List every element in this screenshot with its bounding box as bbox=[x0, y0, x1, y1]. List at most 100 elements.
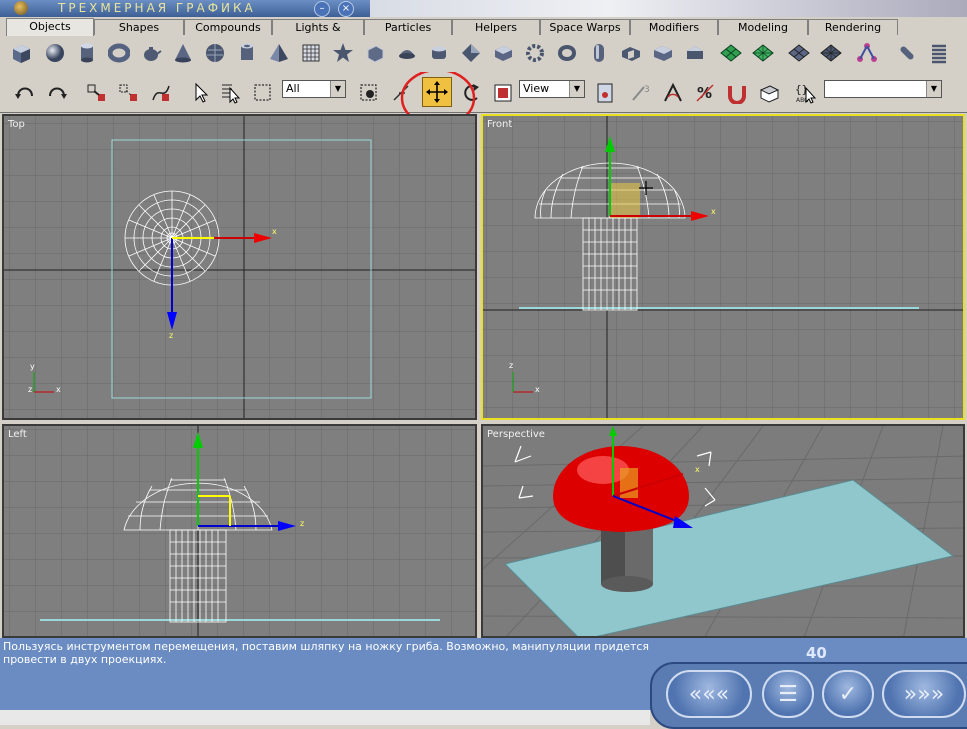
reference-coord-dropdown[interactable]: View ▼ bbox=[519, 80, 585, 98]
tab-lights-cameras[interactable]: Lights & Cameras bbox=[272, 19, 364, 50]
teapot-icon[interactable] bbox=[138, 40, 164, 66]
oil-tank-icon[interactable] bbox=[586, 40, 612, 66]
chevron-down-icon: ▼ bbox=[926, 81, 941, 97]
redo-icon[interactable] bbox=[44, 80, 70, 106]
l-ext-icon[interactable] bbox=[490, 40, 516, 66]
torus-knot-icon[interactable] bbox=[554, 40, 580, 66]
create-toolbar bbox=[0, 36, 967, 73]
viewport-perspective[interactable]: x Perspective bbox=[481, 424, 965, 638]
z-axis-label: z bbox=[169, 331, 173, 340]
close-button[interactable]: × bbox=[338, 1, 354, 17]
c-ext-icon[interactable] bbox=[650, 40, 676, 66]
title-bar: ТРЕХМЕРНАЯ ГРАФИКА – × bbox=[0, 0, 967, 17]
octahedron-icon[interactable] bbox=[458, 40, 484, 66]
tab-modeling[interactable]: Modeling bbox=[718, 19, 808, 35]
svg-text:3: 3 bbox=[644, 85, 650, 95]
edit-named-selection-icon[interactable] bbox=[756, 80, 782, 106]
capsule-icon[interactable] bbox=[426, 40, 452, 66]
gizmo-z-label: z bbox=[509, 361, 513, 370]
gizmo-z-label: z bbox=[28, 385, 32, 394]
tab-rendering[interactable]: Rendering bbox=[808, 19, 898, 35]
viewport-front[interactable]: x x z Front bbox=[481, 114, 965, 420]
select-by-name-icon[interactable] bbox=[218, 80, 244, 106]
tab-shapes[interactable]: Shapes bbox=[94, 19, 184, 35]
cone-icon[interactable] bbox=[170, 40, 196, 66]
spinner-snap-icon[interactable] bbox=[724, 80, 750, 106]
gizmo-y-label: y bbox=[30, 362, 35, 371]
select-and-link-icon[interactable] bbox=[84, 80, 110, 106]
instruction-text: Пользуясь инструментом перемещения, пост… bbox=[3, 640, 650, 666]
left-view-canvas: z bbox=[4, 426, 475, 636]
plane-icon[interactable] bbox=[298, 40, 324, 66]
undo-icon[interactable] bbox=[12, 80, 38, 106]
select-and-scale-icon[interactable] bbox=[490, 80, 516, 106]
torus-icon[interactable] bbox=[106, 40, 132, 66]
spring-icon[interactable] bbox=[926, 40, 952, 66]
window-title: ТРЕХМЕРНАЯ ГРАФИКА bbox=[58, 1, 256, 15]
x-axis-label: x bbox=[272, 227, 277, 236]
tab-helpers[interactable]: Helpers bbox=[452, 19, 540, 35]
tab-bar: Objects Shapes Compounds Lights & Camera… bbox=[0, 17, 967, 50]
top-view-canvas: x z z x y bbox=[4, 116, 475, 418]
spindle-icon[interactable] bbox=[618, 40, 644, 66]
hose-icon[interactable] bbox=[894, 40, 920, 66]
gizmo-x-label: x bbox=[535, 385, 540, 394]
title-decoration bbox=[370, 0, 967, 17]
cv-surface-icon[interactable] bbox=[818, 40, 844, 66]
tab-space-warps[interactable]: Space Warps bbox=[540, 19, 630, 35]
geosphere-icon[interactable] bbox=[202, 40, 228, 66]
window-crossing-icon[interactable] bbox=[356, 80, 382, 106]
gear-icon[interactable] bbox=[522, 40, 548, 66]
snaps-toggle-icon[interactable]: 3 bbox=[628, 80, 654, 106]
star-icon[interactable] bbox=[330, 40, 356, 66]
tube-icon[interactable] bbox=[234, 40, 260, 66]
percent-snap-icon[interactable]: % bbox=[692, 80, 718, 106]
minimize-button[interactable]: – bbox=[314, 1, 330, 17]
z-axis-label: z bbox=[300, 519, 304, 528]
angle-snap-icon[interactable] bbox=[660, 80, 686, 106]
unlink-selection-icon[interactable] bbox=[116, 80, 142, 106]
viewport-label-left[interactable]: Left bbox=[8, 429, 27, 440]
grid-plane-green-icon[interactable] bbox=[718, 40, 744, 66]
previous-button[interactable]: ««« bbox=[666, 670, 752, 718]
tab-modifiers[interactable]: Modifiers bbox=[630, 19, 718, 35]
main-toolbar: All ▼ View ▼ 3 % {}ABC ▼ bbox=[0, 72, 967, 113]
perspective-view-canvas: x bbox=[483, 426, 963, 636]
rectangular-selection-icon[interactable] bbox=[250, 80, 276, 106]
x-axis-label: x bbox=[711, 207, 716, 216]
sphere-icon[interactable] bbox=[42, 40, 68, 66]
bottom-strip bbox=[0, 710, 650, 725]
gizmo-x-label: x bbox=[56, 385, 61, 394]
named-selection-dropdown[interactable]: ▼ bbox=[824, 80, 942, 98]
chamfer-box-icon[interactable] bbox=[362, 40, 388, 66]
selection-filter-dropdown[interactable]: All ▼ bbox=[282, 80, 346, 98]
x-axis-label: x bbox=[695, 465, 700, 474]
use-pivot-center-icon[interactable] bbox=[592, 80, 618, 106]
menu-button[interactable]: ☰ bbox=[762, 670, 814, 718]
bind-to-space-warp-icon[interactable] bbox=[148, 80, 174, 106]
grid-patch-green-icon[interactable] bbox=[750, 40, 776, 66]
select-object-icon[interactable] bbox=[188, 80, 214, 106]
cylinder-icon[interactable] bbox=[74, 40, 100, 66]
chevron-down-icon: ▼ bbox=[569, 81, 584, 97]
box-icon[interactable] bbox=[8, 40, 34, 66]
check-button[interactable]: ✓ bbox=[822, 670, 874, 718]
viewport-top[interactable]: x z z x y Top bbox=[2, 114, 477, 420]
nurbs-surface-icon[interactable] bbox=[786, 40, 812, 66]
page-number: 40 bbox=[806, 644, 827, 662]
tab-objects[interactable]: Objects bbox=[6, 18, 94, 36]
viewport-left[interactable]: z Left bbox=[2, 424, 477, 638]
viewport-label-top[interactable]: Top bbox=[8, 119, 25, 130]
pyramid-icon[interactable] bbox=[266, 40, 292, 66]
viewport-label-perspective[interactable]: Perspective bbox=[487, 429, 545, 440]
tab-compounds[interactable]: Compounds bbox=[184, 19, 272, 35]
hedra-icon[interactable] bbox=[394, 40, 420, 66]
navigation-panel: ««« ☰ ✓ »»» bbox=[650, 662, 967, 729]
tab-particles[interactable]: Particles bbox=[364, 19, 452, 35]
prism-icon[interactable] bbox=[682, 40, 708, 66]
next-button[interactable]: »»» bbox=[882, 670, 966, 718]
named-selection-sets-icon[interactable]: {} ABC bbox=[792, 80, 818, 106]
viewport-label-front[interactable]: Front bbox=[487, 119, 512, 130]
bone-icon[interactable] bbox=[854, 40, 880, 66]
reference-coord-value: View bbox=[523, 82, 550, 95]
